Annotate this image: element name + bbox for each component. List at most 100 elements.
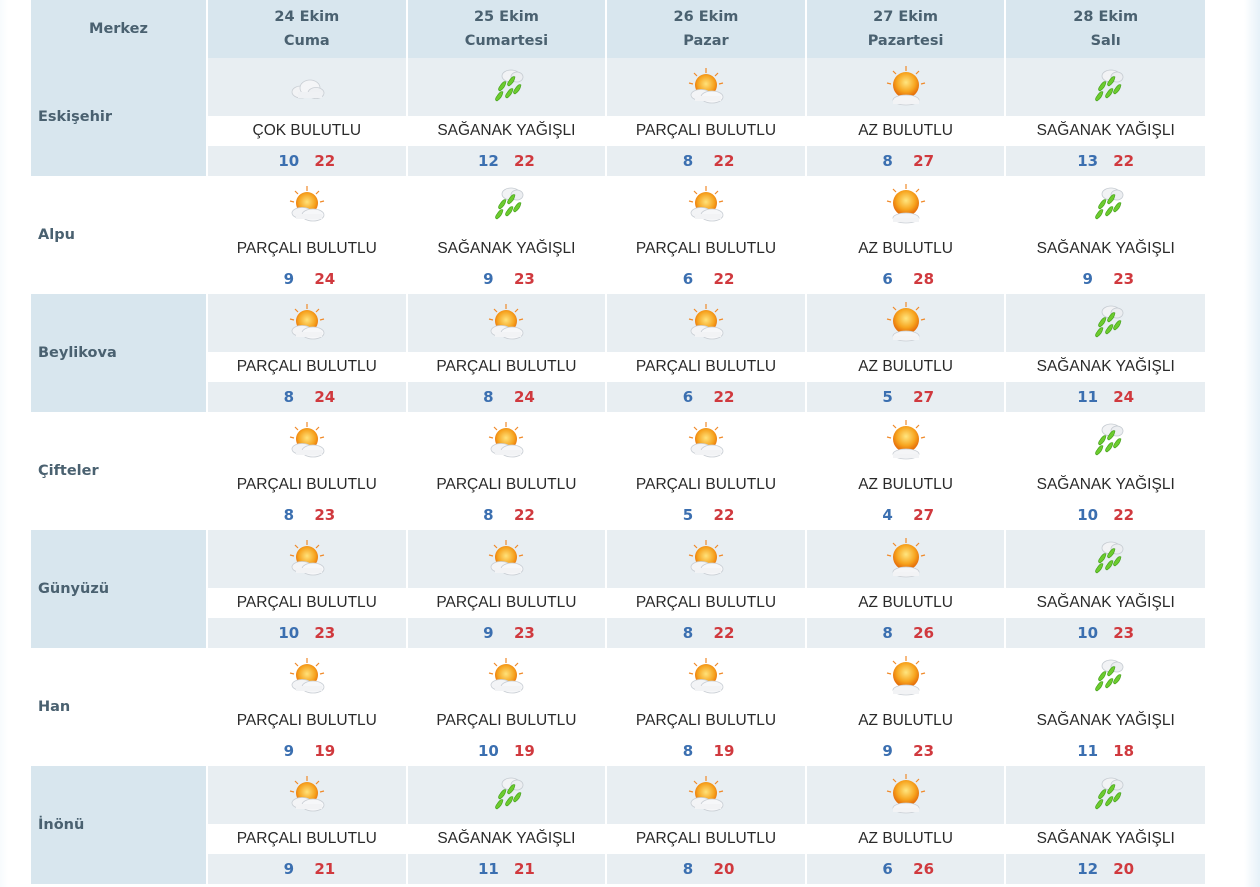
temperature-cell: 13 22 xyxy=(1005,146,1205,176)
partly-cloudy-icon xyxy=(282,418,332,464)
partly-cloudy-icon xyxy=(681,300,731,346)
condition-text: SAĞANAK YAĞIŞLI xyxy=(1005,352,1205,382)
weather-icon-cell xyxy=(207,412,408,470)
weather-icon-cell xyxy=(406,530,608,588)
temperature-cell: 8 22 xyxy=(606,146,807,176)
temperature-row: 9 21 11 21 8 20 6 26 12 20 xyxy=(31,854,1205,884)
city-row-group: Eskişehir ÇOK BULUTLU SAĞANAK YAĞIŞLI PARÇA… xyxy=(31,58,1205,176)
min-temperature: 9 xyxy=(283,270,295,288)
mostly-sunny-icon xyxy=(881,772,931,818)
condition-row: PARÇALI BULUTLU PARÇALI BULUTLU PARÇALI BU… xyxy=(31,588,1205,618)
rain-shower-icon xyxy=(1081,772,1131,818)
condition-text: AZ BULUTLU xyxy=(805,588,1007,618)
condition-text: PARÇALI BULUTLU xyxy=(406,470,608,500)
city-name: Eskişehir xyxy=(31,58,208,176)
forecast-body: Eskişehir ÇOK BULUTLU SAĞANAK YAĞIŞLI PARÇA… xyxy=(31,58,1205,884)
weather-icon-cell xyxy=(606,412,807,470)
forecast-container: Merkez 24 Ekim Cuma 25 Ekim Cumartesi 26 E… xyxy=(31,0,1205,884)
temperature-cell: 12 20 xyxy=(1005,854,1205,884)
condition-text: PARÇALI BULUTLU xyxy=(207,706,408,736)
weather-icon-cell xyxy=(1005,766,1205,824)
weather-icon-cell xyxy=(805,58,1007,116)
min-temperature: 12 xyxy=(1077,860,1099,878)
temperature-row: 9 19 10 19 8 19 9 23 11 18 xyxy=(31,736,1205,766)
rain-shower-icon xyxy=(481,64,531,110)
day-name: Cumartesi xyxy=(464,33,549,49)
city-name: Çifteler xyxy=(31,412,208,530)
min-temperature: 6 xyxy=(882,860,893,878)
city-row-group: Han PARÇALI BULUTLU PARÇALI BULUTLU PARÇALI… xyxy=(31,648,1205,766)
rain-shower-icon xyxy=(1081,64,1131,110)
temperature-cell: 9 19 xyxy=(207,736,408,766)
max-temperature: 22 xyxy=(314,152,336,170)
partly-cloudy-icon xyxy=(681,418,731,464)
temperature-cell: 9 23 xyxy=(805,736,1007,766)
city-name: Han xyxy=(31,648,208,766)
min-temperature: 9 xyxy=(283,860,295,878)
city-name: Beylikova xyxy=(31,294,208,412)
max-temperature: 23 xyxy=(1113,624,1135,642)
city-name: İnönü xyxy=(31,766,208,884)
weather-icon-cell xyxy=(406,766,608,824)
day-date: 28 Ekim xyxy=(1073,9,1139,25)
weather-icon-cell xyxy=(406,648,608,706)
min-temperature: 13 xyxy=(1077,152,1099,170)
max-temperature: 22 xyxy=(513,506,535,524)
rain-shower-icon xyxy=(1081,182,1131,228)
condition-text: AZ BULUTLU xyxy=(805,706,1007,736)
day-name: Pazartesi xyxy=(867,33,944,49)
temperature-cell: 4 27 xyxy=(805,500,1007,530)
min-temperature: 10 xyxy=(278,152,300,170)
rain-shower-icon xyxy=(1081,654,1131,700)
max-temperature: 22 xyxy=(1113,152,1135,170)
condition-text: AZ BULUTLU xyxy=(805,234,1007,264)
temperature-cell: 10 23 xyxy=(207,618,408,648)
min-temperature: 10 xyxy=(278,624,300,642)
condition-text: PARÇALI BULUTLU xyxy=(606,116,807,146)
max-temperature: 23 xyxy=(513,270,535,288)
condition-text: SAĞANAK YAĞIŞLI xyxy=(1005,470,1205,500)
condition-text: PARÇALI BULUTLU xyxy=(606,824,807,854)
weather-icon-cell xyxy=(406,58,608,116)
min-temperature: 8 xyxy=(682,860,694,878)
min-temperature: 4 xyxy=(882,506,893,524)
day-name: Salı xyxy=(1090,33,1121,49)
min-temperature: 9 xyxy=(483,624,494,642)
condition-text: SAĞANAK YAĞIŞLI xyxy=(1005,116,1205,146)
min-temperature: 9 xyxy=(1082,270,1093,288)
city-row-group: İnönü PARÇALI BULUTLU SAĞANAK YAĞIŞLI PARÇA… xyxy=(31,766,1205,884)
temperature-cell: 6 22 xyxy=(606,382,807,412)
temperature-cell: 10 23 xyxy=(1005,618,1205,648)
partly-cloudy-icon xyxy=(481,418,531,464)
weather-icon-cell xyxy=(207,766,408,824)
weather-icon-cell xyxy=(805,294,1007,352)
max-temperature: 19 xyxy=(713,742,735,760)
temperature-cell: 11 18 xyxy=(1005,736,1205,766)
temperature-cell: 9 23 xyxy=(1005,264,1205,294)
temperature-cell: 8 23 xyxy=(207,500,408,530)
temperature-cell: 10 22 xyxy=(207,146,408,176)
condition-text: SAĞANAK YAĞIŞLI xyxy=(1005,588,1205,618)
weather-icon-cell xyxy=(606,58,807,116)
day-name: Cuma xyxy=(283,33,330,49)
condition-text: ÇOK BULUTLU xyxy=(207,116,408,146)
weather-icon-cell xyxy=(1005,176,1205,234)
weather-icon-cell xyxy=(207,530,408,588)
forecast-table: Merkez 24 Ekim Cuma 25 Ekim Cumartesi 26 E… xyxy=(31,0,1205,58)
condition-row: PARÇALI BULUTLU SAĞANAK YAĞIŞLI PARÇALI BU… xyxy=(31,824,1205,854)
temperature-cell: 8 24 xyxy=(207,382,408,412)
min-temperature: 6 xyxy=(882,270,893,288)
day-header: 27 Ekim Pazartesi xyxy=(805,0,1007,58)
temperature-cell: 5 22 xyxy=(606,500,807,530)
center-column-header: Merkez xyxy=(31,0,208,58)
temperature-cell: 9 24 xyxy=(207,264,408,294)
condition-text: AZ BULUTLU xyxy=(805,116,1007,146)
temperature-row: 10 23 9 23 8 22 8 26 10 23 xyxy=(31,618,1205,648)
condition-text: SAĞANAK YAĞIŞLI xyxy=(406,116,608,146)
partly-cloudy-icon xyxy=(282,300,332,346)
day-header: 26 Ekim Pazar xyxy=(606,0,807,58)
weather-icon-cell xyxy=(1005,530,1205,588)
min-temperature: 10 xyxy=(1077,624,1099,642)
max-temperature: 23 xyxy=(314,506,336,524)
max-temperature: 22 xyxy=(1113,506,1135,524)
